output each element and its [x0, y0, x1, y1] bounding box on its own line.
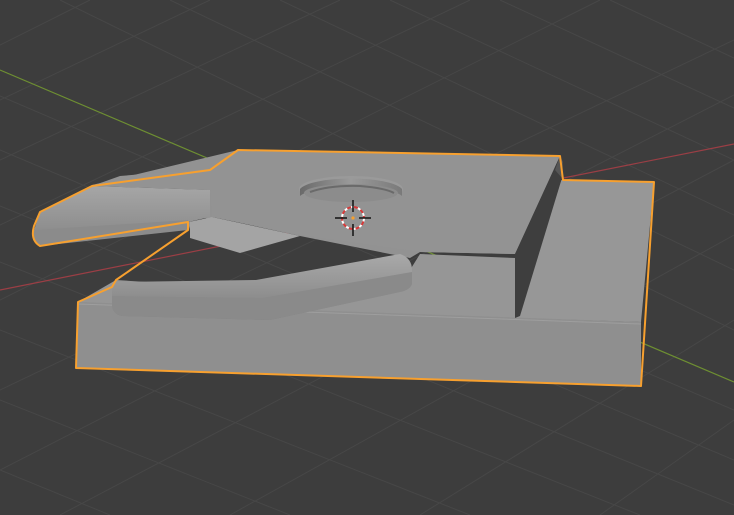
3d-viewport[interactable] — [0, 0, 734, 515]
plate-hole — [299, 176, 403, 202]
viewport-canvas[interactable] — [0, 0, 734, 515]
